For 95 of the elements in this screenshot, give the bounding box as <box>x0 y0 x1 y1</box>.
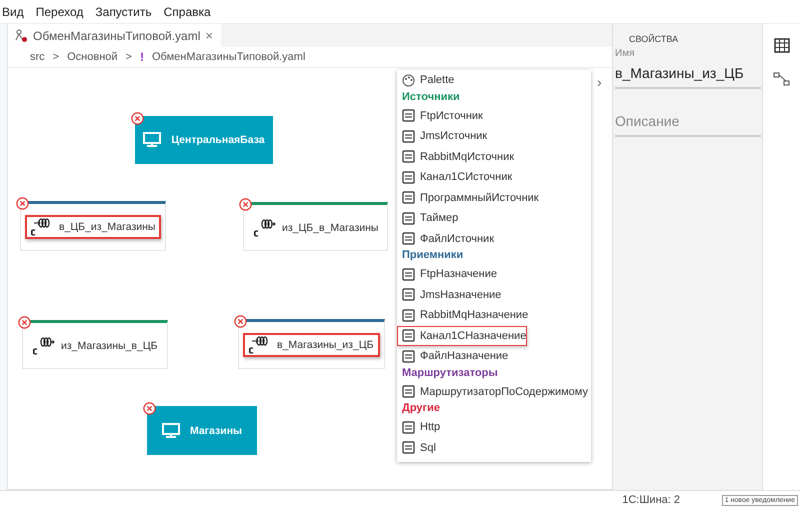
flow-file-icon <box>14 28 28 42</box>
channel-node[interactable]: в_Магазины_из_ЦБ <box>238 319 385 369</box>
editor-tab[interactable]: ОбменМагазиныТиповой.yaml × <box>8 24 221 47</box>
node-label: Магазины <box>190 424 242 436</box>
error-icon[interactable] <box>18 316 31 329</box>
palette-item[interactable]: ФайлИсточник <box>397 228 591 249</box>
monitor-icon <box>143 132 162 148</box>
component-icon <box>402 441 415 454</box>
table-icon[interactable] <box>774 38 790 53</box>
breadcrumb-item[interactable]: ОбменМагазиныТиповой.yaml <box>152 51 306 63</box>
palette-item[interactable]: FtpИсточник <box>397 106 591 126</box>
palette-item[interactable]: FtpНазначение <box>397 264 591 284</box>
palette-item[interactable]: Канал1СНазначение <box>397 326 527 346</box>
palette-item-label: МаршрутизаторПоСодержимому <box>420 386 588 398</box>
palette-header[interactable]: Palette <box>397 70 591 90</box>
palette-item[interactable]: Sql <box>397 438 591 458</box>
palette-item[interactable]: Канал1СИсточник <box>397 167 591 188</box>
component-icon <box>402 308 415 322</box>
component-icon <box>402 109 415 122</box>
component-icon <box>402 232 415 246</box>
tab-title: ОбменМагазиныТиповой.yaml <box>33 28 200 42</box>
palette-item[interactable]: RabbitMqИсточник <box>397 146 591 167</box>
breadcrumb-item[interactable]: Основной <box>67 51 118 63</box>
error-icon[interactable] <box>239 198 252 211</box>
palette-item-label: Канал1СИсточник <box>420 171 512 184</box>
palette-item-label: Sql <box>420 442 436 454</box>
palette-title: Palette <box>420 74 454 86</box>
palette-item-label: ФайлНазначение <box>420 350 508 362</box>
field-label: Имя <box>615 48 636 59</box>
palette-group-title: Источники <box>401 90 461 104</box>
queue-out-icon <box>254 218 276 236</box>
status-text: 1С:Шина: 2 <box>622 494 680 506</box>
palette-item-label: RabbitMqИсточник <box>420 150 514 163</box>
palette-icon <box>402 74 415 87</box>
palette-item-label: Http <box>420 421 440 434</box>
palette-item[interactable]: JmsИсточник <box>397 126 591 146</box>
channel-node[interactable]: из_ЦБ_в_Магазины <box>243 202 388 251</box>
palette-item-label: RabbitMqНазначение <box>420 309 528 322</box>
palette-item-label: ФайлИсточник <box>420 232 494 245</box>
node-label: в_ЦБ_из_Магазины <box>59 221 156 233</box>
menu-item[interactable]: Запустить <box>95 4 152 18</box>
component-icon <box>402 170 415 184</box>
monitor-icon <box>162 422 180 438</box>
palette-item-label: JmsНазначение <box>420 288 502 301</box>
error-icon[interactable] <box>234 315 247 328</box>
node-label: ЦентральнаяБаза <box>171 134 265 146</box>
properties-title: СВОЙСТВА <box>628 34 680 44</box>
expand-chevron[interactable]: › <box>597 74 602 90</box>
palette-item[interactable]: ФайлНазначение <box>397 346 591 366</box>
palette-group-title: Приемники <box>401 249 464 263</box>
palette-item[interactable]: ПрограммныйИсточник <box>397 188 591 208</box>
component-icon <box>402 191 415 204</box>
palette-item[interactable]: МаршрутизаторПоСодержимому <box>397 382 591 402</box>
breadcrumb-separator: > <box>52 51 60 63</box>
palette-item-label: JmsИсточник <box>420 130 488 142</box>
channel-node[interactable]: в_ЦБ_из_Магазины <box>20 201 166 251</box>
component-icon <box>402 288 415 302</box>
palette-group-title: Другие <box>401 402 441 416</box>
flow-icon[interactable] <box>772 71 790 87</box>
error-icon[interactable] <box>131 112 144 125</box>
palette-item-label: FtpИсточник <box>420 110 483 122</box>
text-field[interactable]: в_Магазины_из_ЦБ <box>615 59 761 89</box>
channel-node[interactable]: из_Магазины_в_ЦБ <box>22 320 168 369</box>
component-icon <box>402 385 415 398</box>
node-label: в_Магазины_из_ЦБ <box>277 339 374 351</box>
palette-item-label: Таймер <box>420 212 458 224</box>
component-icon <box>402 130 415 143</box>
field-placeholder: Описание <box>615 113 680 129</box>
palette-group-title: Маршрутизаторы <box>401 366 499 380</box>
breadcrumb-item[interactable]: src <box>30 51 45 63</box>
error-icon[interactable] <box>16 197 29 210</box>
component-icon <box>402 212 415 225</box>
queue-out-icon <box>33 336 55 354</box>
breadcrumb-separator: > <box>126 51 132 63</box>
menu-item[interactable]: Справка <box>164 4 211 18</box>
field-value: в_Магазины_из_ЦБ <box>615 65 744 81</box>
palette-item-label: ПрограммныйИсточник <box>420 192 539 204</box>
palette-item[interactable]: Http <box>397 417 591 438</box>
component-icon <box>402 329 415 342</box>
node-label: из_Магазины_в_ЦБ <box>61 340 158 352</box>
palette-item[interactable]: RabbitMqНазначение <box>397 305 591 326</box>
palette-item[interactable]: JmsНазначение <box>397 284 591 305</box>
component-icon <box>402 150 415 164</box>
component-icon <box>402 420 415 434</box>
menu-item[interactable]: Вид <box>2 4 24 18</box>
close-icon[interactable]: × <box>205 28 213 43</box>
component-icon <box>402 268 415 281</box>
component-icon <box>402 350 415 363</box>
yaml-marker: ! <box>140 50 144 64</box>
palette-item-label: FtpНазначение <box>420 268 498 280</box>
palette-item-label: Канал1СНазначение <box>420 330 526 342</box>
palette-item[interactable]: Таймер <box>397 208 591 228</box>
menu-item[interactable]: Переход <box>36 4 84 18</box>
error-icon[interactable] <box>143 402 156 415</box>
node-label: из_ЦБ_в_Магазины <box>282 222 378 234</box>
